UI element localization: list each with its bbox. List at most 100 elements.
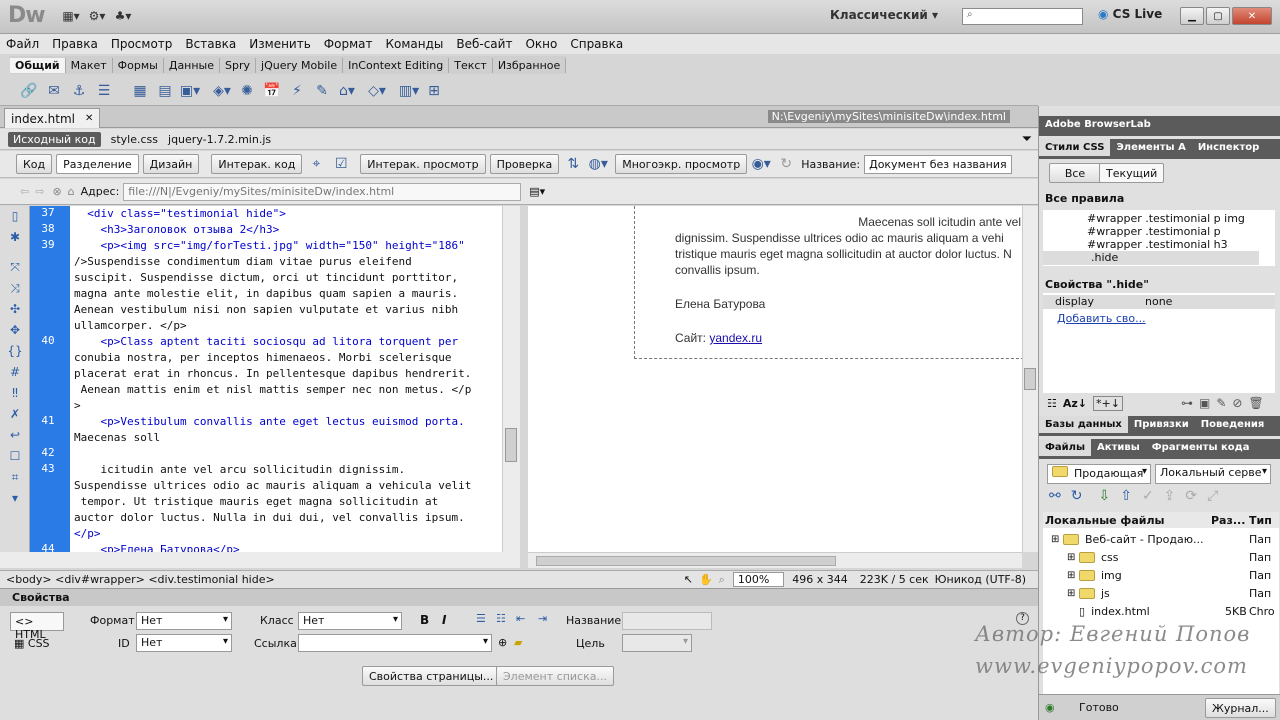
media-icon[interactable]: ◈▾ xyxy=(211,80,233,102)
target-select[interactable] xyxy=(622,634,692,652)
design-scroll-thumb[interactable] xyxy=(1024,368,1036,390)
insert-tab-common[interactable]: Общий xyxy=(10,57,66,73)
inspect-icon[interactable]: ⌖ xyxy=(305,153,327,175)
browse-folder-icon[interactable]: ▰ xyxy=(514,636,522,649)
minimize-button[interactable]: ▁ xyxy=(1180,7,1204,25)
expand-toggle-icon[interactable]: ⊞ xyxy=(1067,570,1079,581)
hand-tool-icon[interactable]: ✋ xyxy=(699,573,713,586)
file-tree-row[interactable]: ⊞ css Пап xyxy=(1043,548,1279,566)
tab-inspector[interactable]: Инспектор xyxy=(1192,139,1266,156)
file-transfer-icon[interactable]: ⇅ xyxy=(562,153,584,175)
menu-commands[interactable]: Команды xyxy=(385,37,443,51)
put-files-icon[interactable]: ⇧ xyxy=(1120,488,1132,504)
insert-tab-data[interactable]: Данные xyxy=(164,57,221,73)
hyperlink-icon[interactable]: 🔗 xyxy=(18,80,40,102)
close-window-button[interactable]: ✕ xyxy=(1232,7,1272,25)
document-tab[interactable]: index.html ✕ xyxy=(4,108,101,128)
split-view-button[interactable]: Разделение xyxy=(56,154,139,174)
tab-css-styles[interactable]: Стили CSS xyxy=(1039,139,1111,156)
related-source-code[interactable]: Исходный код xyxy=(8,131,101,147)
expand-all-icon[interactable]: ✣ xyxy=(4,302,26,320)
id-select[interactable]: Нет xyxy=(136,634,232,652)
code-line[interactable]: <h3>Заголовок отзыва 2</h3> xyxy=(74,222,279,238)
code-scroll-thumb[interactable] xyxy=(505,428,517,462)
code-line[interactable]: conubia nostra, per inceptos himenaeos. … xyxy=(74,350,452,366)
document-title-input[interactable]: Документ без названия xyxy=(864,154,1013,174)
expand-panel-icon[interactable]: ⤢ xyxy=(1207,488,1218,504)
apply-comment-icon[interactable]: ☐ xyxy=(4,449,26,467)
syntax-error-icon[interactable]: ✗ xyxy=(4,407,26,425)
head-icon[interactable]: ⌂▾ xyxy=(336,80,358,102)
site-select[interactable]: Продающая xyxy=(1047,464,1151,484)
insert-tab-spry[interactable]: Spry xyxy=(220,57,257,73)
menu-window[interactable]: Окно xyxy=(525,37,557,51)
connect-icon[interactable]: ⚯ xyxy=(1049,488,1061,504)
tab-ap-elements[interactable]: Элементы A xyxy=(1110,139,1191,156)
code-line[interactable]: Aenean mattis enim et nisl mattis semper… xyxy=(74,382,472,398)
close-tab-icon[interactable]: ✕ xyxy=(85,113,93,124)
check-in-icon[interactable]: ⇪ xyxy=(1164,488,1176,504)
code-horizontal-scrollbar[interactable] xyxy=(0,552,520,568)
related-jquery-js[interactable]: jquery-1.7.2.min.js xyxy=(168,133,271,146)
point-to-file-icon[interactable]: ⊕ xyxy=(498,636,507,649)
code-line[interactable]: ullamcorper. </p> xyxy=(74,318,187,334)
menu-format[interactable]: Формат xyxy=(324,37,373,51)
code-line[interactable]: <div class="testimonial hide"> xyxy=(74,206,286,222)
disable-icon[interactable]: ⊘ xyxy=(1232,396,1242,410)
code-line[interactable]: <p><img src="img/forTesti.jpg" width="15… xyxy=(74,238,464,254)
current-rules-button[interactable]: Текущий xyxy=(1099,163,1165,183)
code-line[interactable]: magna ante molestie elit, in dapibus qua… xyxy=(74,286,458,302)
tab-bindings[interactable]: Привязки xyxy=(1128,416,1195,433)
list-item-button[interactable]: Элемент списка... xyxy=(496,666,614,686)
tag-selector[interactable]: <body> <div#wrapper> <div.testimonial hi… xyxy=(6,573,275,586)
maximize-button[interactable]: ▢ xyxy=(1206,7,1230,25)
open-documents-icon[interactable]: ▯ xyxy=(4,209,26,227)
code-line[interactable]: auctor dolor luctus. Nulla in dui dui, v… xyxy=(74,510,465,526)
cs-live-button[interactable]: ◉ CS Live xyxy=(1098,7,1162,21)
live-view-button[interactable]: Интерак. просмотр xyxy=(360,154,486,174)
refresh-files-icon[interactable]: ↻ xyxy=(1071,488,1083,504)
menu-modify[interactable]: Изменить xyxy=(249,37,311,51)
help-search-input[interactable]: ⌕ xyxy=(962,8,1083,25)
stop-icon[interactable]: ⊗ xyxy=(52,185,61,198)
tab-databases[interactable]: Базы данных xyxy=(1039,416,1128,433)
collapse-selection-icon[interactable]: ⤨ xyxy=(4,281,26,299)
new-rule-icon[interactable]: ▣ xyxy=(1199,396,1210,410)
highlight-invalid-icon[interactable]: ‼ xyxy=(4,386,26,404)
back-icon[interactable]: ⇦ xyxy=(20,185,29,198)
templates-icon[interactable]: ▥▾ xyxy=(398,80,420,102)
code-line[interactable]: Aenean vestibulum nisi non sapien vulput… xyxy=(74,302,458,318)
file-tree-row[interactable]: ⊞ img Пап xyxy=(1043,566,1279,584)
insert-tab-incontext[interactable]: InContext Editing xyxy=(343,57,450,73)
ordered-list-icon[interactable]: ☷ xyxy=(496,612,506,625)
balance-braces-icon[interactable]: {} xyxy=(4,344,26,362)
filter-icon[interactable]: ⏷ xyxy=(1022,132,1032,147)
site-root-row[interactable]: ⊞ Веб-сайт - Продаю... Пап xyxy=(1043,530,1279,548)
properties-panel-header[interactable]: Свойства xyxy=(0,588,1038,606)
preview-browser-icon[interactable]: ◍▾ xyxy=(587,153,609,175)
recent-snippets-icon[interactable]: ▾ xyxy=(4,491,26,509)
link-input[interactable] xyxy=(298,634,492,652)
col-type[interactable]: Тип xyxy=(1249,514,1272,527)
code-line[interactable]: icitudin ante vel arcu sollicitudin dign… xyxy=(74,462,405,478)
horizontal-rule-icon[interactable]: ☰ xyxy=(93,80,115,102)
menu-view[interactable]: Просмотр xyxy=(111,37,173,51)
select-tool-icon[interactable]: ↖ xyxy=(684,573,693,586)
col-local-files[interactable]: Локальные файлы xyxy=(1043,514,1164,527)
design-horizontal-scrollbar[interactable] xyxy=(528,552,1022,568)
class-select[interactable]: Нет xyxy=(298,612,402,630)
widget-icon[interactable]: ✺ xyxy=(236,80,258,102)
design-view[interactable]: Maecenas soll icitudin ante vel a dignis… xyxy=(528,206,1022,552)
page-properties-button[interactable]: Свойства страницы... xyxy=(362,666,501,686)
table-icon[interactable]: ▦ xyxy=(129,80,151,102)
outdent-icon[interactable]: ⇤ xyxy=(516,612,525,625)
forward-icon[interactable]: ⇨ xyxy=(35,185,44,198)
insert-tab-text[interactable]: Текст xyxy=(449,57,493,73)
date-icon[interactable]: 📅 xyxy=(261,80,283,102)
attach-stylesheet-icon[interactable]: ⊶ xyxy=(1181,396,1193,410)
indent-icon[interactable]: ⇥ xyxy=(538,612,547,625)
property-row[interactable]: display none xyxy=(1043,295,1275,309)
insert-tab-layout[interactable]: Макет xyxy=(66,57,113,73)
select-parent-tag-icon[interactable]: ✥ xyxy=(4,323,26,341)
menu-insert[interactable]: Вставка xyxy=(185,37,236,51)
